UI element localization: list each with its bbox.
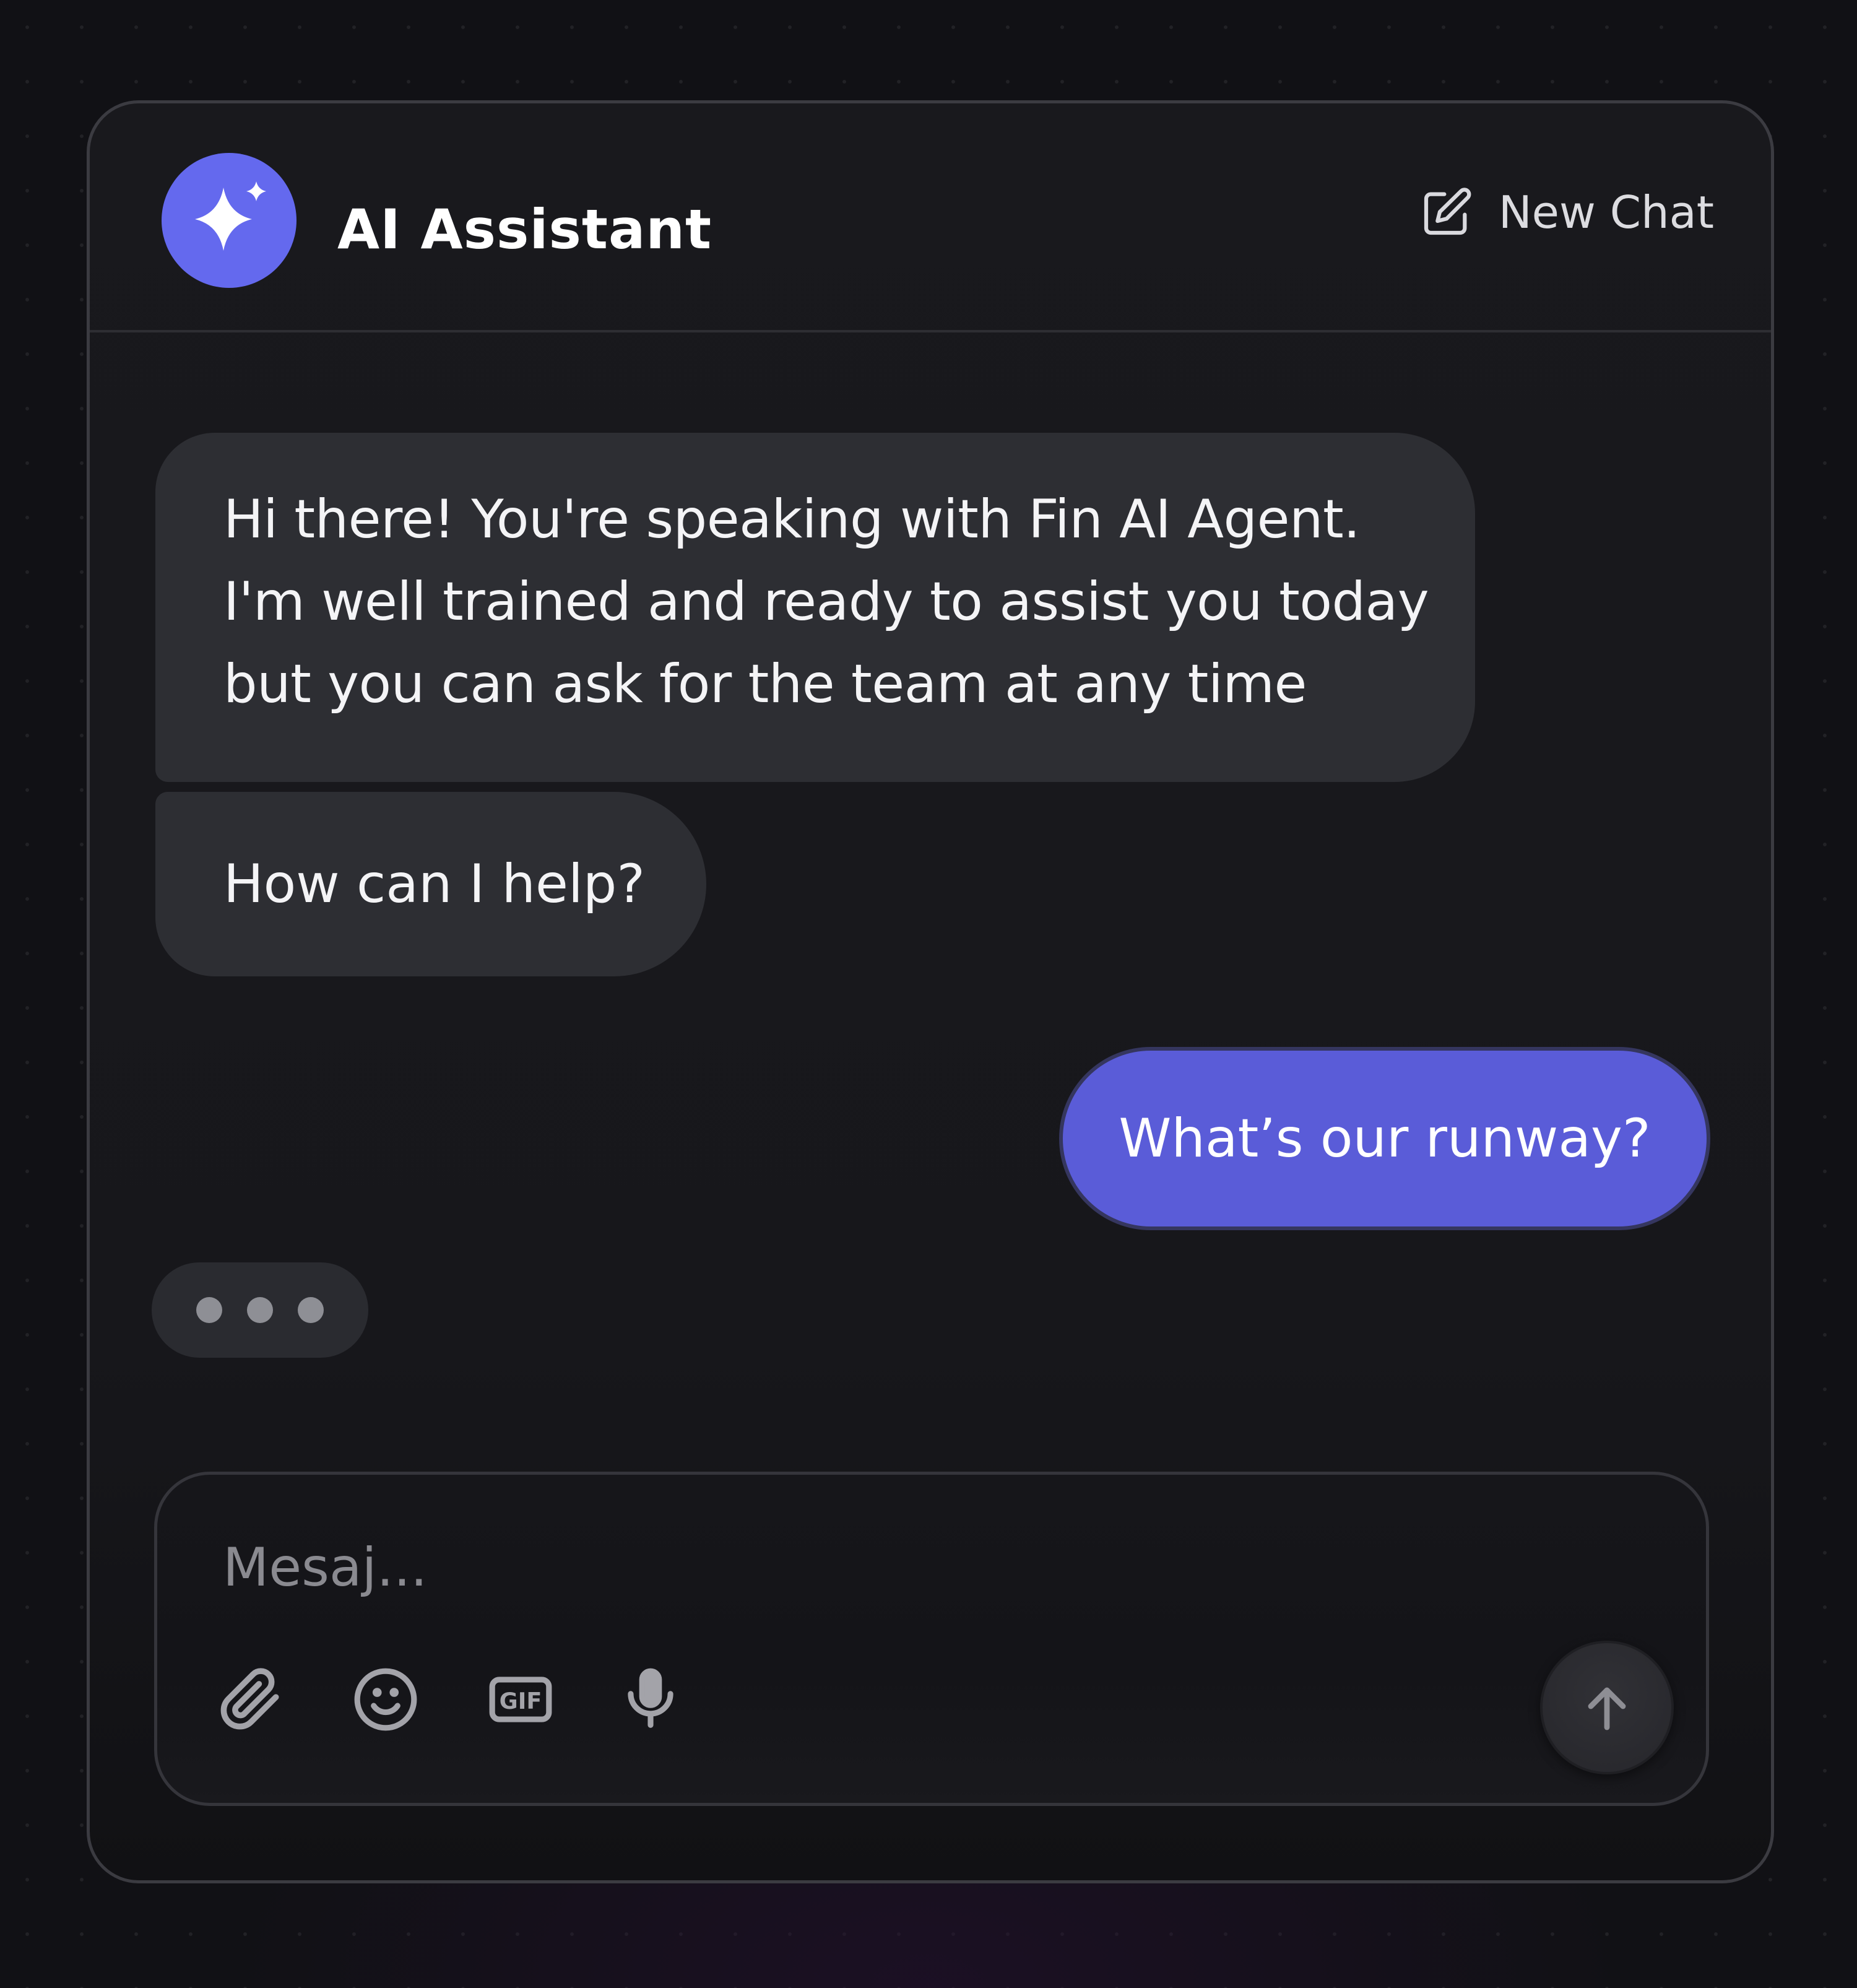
arrow-up-icon: [1588, 1687, 1626, 1730]
typing-indicator: [152, 1262, 368, 1358]
new-chat-label: New Chat: [1498, 186, 1714, 238]
assistant-avatar: [162, 153, 297, 288]
voice-button[interactable]: [617, 1665, 685, 1734]
send-button[interactable]: [1540, 1641, 1674, 1774]
page-title: AI Assistant: [337, 197, 712, 261]
typing-dot: [298, 1297, 324, 1323]
user-message-text: What’s our runway?: [1119, 1108, 1651, 1170]
microphone-icon: [628, 1668, 673, 1728]
chat-header: AI Assistant New Chat: [90, 103, 1771, 332]
chat-panel: AI Assistant New Chat Hi there! You're s…: [87, 100, 1774, 1883]
assistant-message: Hi there! You're speaking with Fin AI Ag…: [155, 433, 1475, 782]
gif-button[interactable]: GIF: [487, 1665, 555, 1734]
emoji-icon: [354, 1668, 417, 1731]
paperclip-icon: [220, 1668, 279, 1730]
message-input[interactable]: [223, 1530, 1523, 1605]
emoji-button[interactable]: [352, 1665, 420, 1734]
assistant-message: How can I help?: [155, 792, 706, 976]
new-chat-button[interactable]: New Chat: [1419, 185, 1714, 240]
edit-icon: [1424, 188, 1471, 235]
message-composer: GIF: [154, 1472, 1709, 1806]
gif-icon: GIF: [489, 1677, 552, 1722]
typing-dot: [247, 1297, 273, 1323]
assistant-message-text: How can I help?: [223, 853, 646, 915]
gif-label: GIF: [500, 1688, 542, 1714]
attach-button[interactable]: [217, 1665, 285, 1734]
typing-dot: [196, 1297, 222, 1323]
sparkles-icon: [195, 181, 266, 251]
user-message: What’s our runway?: [1059, 1047, 1710, 1230]
